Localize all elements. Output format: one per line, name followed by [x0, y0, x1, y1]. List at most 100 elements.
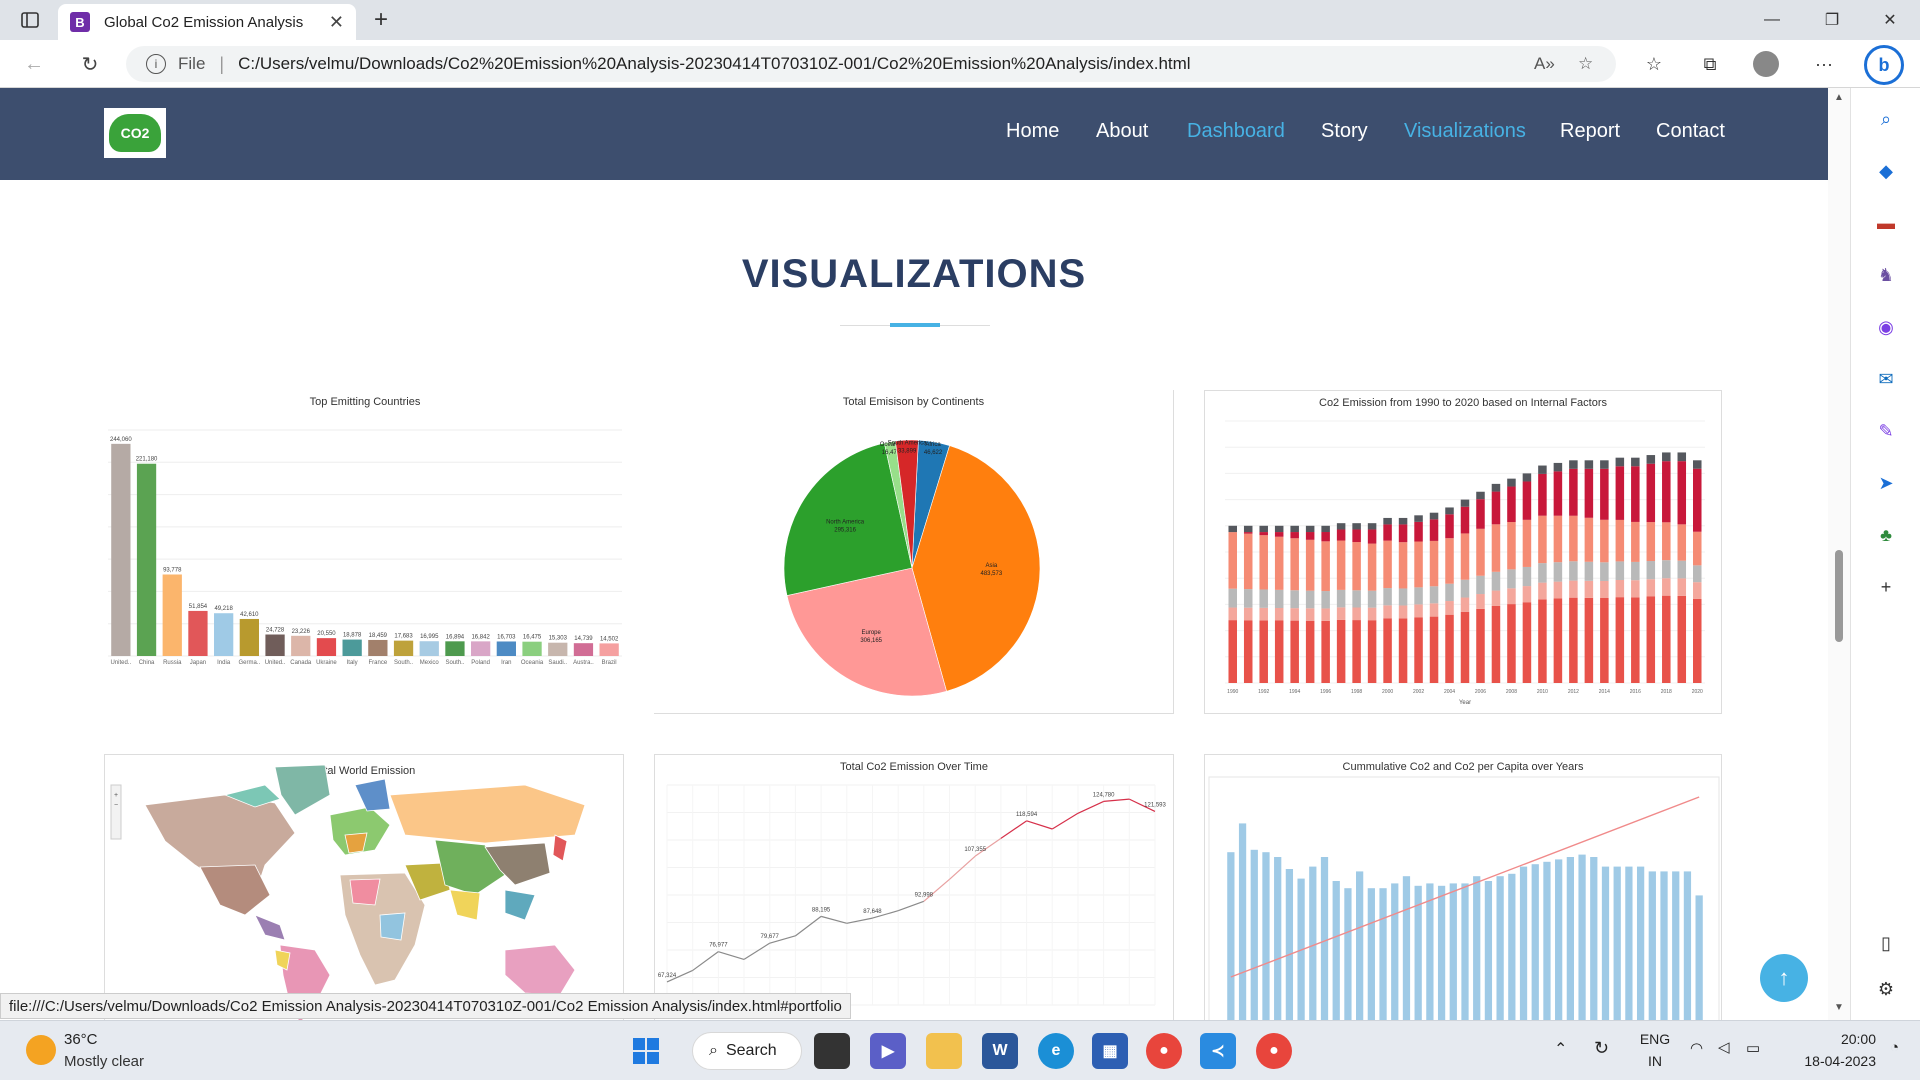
browser-tabbar: B Global Co2 Emission Analysis ✕ + — ❐ ✕ [0, 0, 1920, 40]
nav-home[interactable]: Home [1006, 120, 1059, 143]
microsoft365-icon[interactable]: ◉ [1871, 312, 1901, 342]
browser-tab[interactable]: B Global Co2 Emission Analysis ✕ [58, 4, 356, 40]
add-favorite-icon[interactable]: ☆ [1578, 46, 1593, 82]
weather-temperature[interactable]: 36°C [64, 1031, 98, 1048]
line-segment [1077, 800, 1104, 814]
bar-segment [1631, 457, 1640, 467]
bar-segment [1429, 586, 1439, 604]
url-text[interactable]: C:/Users/velmu/Downloads/Co2%20Emission%… [238, 54, 1190, 74]
nav-dashboard[interactable]: Dashboard [1187, 120, 1285, 143]
vscode-icon[interactable]: ≺ [1200, 1033, 1236, 1069]
bar-segment [1553, 581, 1563, 599]
bar [1578, 854, 1586, 1020]
more-options-icon[interactable]: ··· [1808, 50, 1840, 78]
profile-icon[interactable] [1750, 50, 1782, 78]
scroll-to-top-button[interactable]: ↑ [1760, 954, 1808, 1002]
bar [1484, 881, 1493, 1020]
bar-segment [1646, 463, 1656, 523]
microsoft-store-icon[interactable]: ▦ [1092, 1033, 1128, 1069]
minimize-icon[interactable]: — [1752, 6, 1792, 34]
shopping-tag-icon[interactable]: ◆ [1871, 156, 1901, 186]
tools-icon[interactable]: ▬ [1871, 208, 1901, 238]
add-sidebar-app-icon[interactable]: + [1871, 572, 1901, 602]
bing-copilot-icon[interactable]: b [1864, 45, 1904, 85]
show-hidden-icons-icon[interactable]: ⌃ [1554, 1039, 1567, 1059]
search-icon[interactable]: ⌕ [1871, 104, 1901, 134]
tree-icon[interactable]: ♣ [1871, 520, 1901, 550]
bar-segment [1445, 514, 1454, 539]
tab-actions-icon[interactable] [14, 6, 46, 34]
bar-segment [1662, 595, 1671, 683]
refresh-icon[interactable]: ↻ [74, 50, 106, 78]
hide-sidebar-icon[interactable]: ▯ [1871, 928, 1901, 958]
wifi-icon[interactable]: ◠ [1690, 1039, 1703, 1057]
edge-sidebar: ⌕ ◆ ▬ ♞ ◉ ✉ ✎ ➤ ♣ + ▯ ⚙ [1850, 88, 1920, 1020]
new-tab-icon[interactable]: + [366, 6, 396, 34]
site-header: CO2 Home About Dashboard Story Visualiza… [0, 88, 1828, 180]
data-label: 24,728 [266, 628, 285, 634]
scroll-down-icon[interactable]: ▼ [1832, 1002, 1846, 1014]
word-icon[interactable]: W [982, 1033, 1018, 1069]
bar-segment [1398, 542, 1408, 589]
maximize-icon[interactable]: ❐ [1812, 6, 1852, 34]
scrollbar-thumb[interactable] [1835, 550, 1843, 642]
site-logo[interactable]: CO2 [104, 108, 166, 158]
chart-card-world-map[interactable]: Total World Emission + − [104, 754, 624, 1020]
read-aloud-icon[interactable]: A» [1534, 46, 1555, 82]
collections-icon[interactable]: ⧉ [1694, 50, 1726, 78]
bar-segment [1522, 586, 1532, 603]
chart-card-internal-factors[interactable]: Co2 Emission from 1990 to 2020 based on … [1204, 390, 1722, 714]
settings-icon[interactable]: ⚙ [1871, 974, 1901, 1004]
nav-about[interactable]: About [1096, 120, 1148, 143]
chart-card-continents[interactable]: Total Emisison by Continents Africa 46,62… [654, 390, 1174, 714]
favorites-icon[interactable]: ☆ [1638, 50, 1670, 78]
chart-card-cumulative[interactable]: Cummulative Co2 and Co2 per Capita over … [1204, 754, 1722, 1020]
language-bottom[interactable]: IN [1638, 1053, 1672, 1069]
nav-contact[interactable]: Contact [1656, 120, 1725, 143]
close-window-icon[interactable]: ✕ [1870, 6, 1910, 34]
sync-icon[interactable]: ↻ [1594, 1038, 1609, 1059]
bar-segment [1584, 561, 1594, 581]
language-top[interactable]: ENG [1638, 1031, 1672, 1047]
clock-date[interactable]: 18-04-2023 [1786, 1053, 1876, 1069]
bar-segment [1398, 588, 1408, 606]
site-info-icon[interactable]: i [146, 54, 166, 74]
weather-sun-icon[interactable] [26, 1035, 56, 1065]
teams-chat-icon[interactable]: ▶ [870, 1033, 906, 1069]
bar-segment [1491, 590, 1501, 606]
task-view-icon[interactable] [814, 1033, 850, 1069]
page-scrollbar[interactable]: ▲ ▼ [1828, 88, 1850, 1020]
clock-time[interactable]: 20:00 [1786, 1031, 1876, 1047]
weather-description[interactable]: Mostly clear [64, 1053, 144, 1070]
address-field[interactable]: i File | C:/Users/velmu/Downloads/Co2%20… [126, 46, 1616, 82]
notifications-icon[interactable]: ◔ [1890, 1039, 1899, 1056]
bar-segment [1693, 598, 1702, 683]
outlook-icon[interactable]: ✉ [1871, 364, 1901, 394]
nav-report[interactable]: Report [1560, 120, 1620, 143]
send-icon[interactable]: ➤ [1871, 468, 1901, 498]
battery-icon[interactable]: ▭ [1746, 1039, 1760, 1057]
nav-visualizations[interactable]: Visualizations [1404, 120, 1526, 143]
volume-icon[interactable]: ◁ [1718, 1038, 1730, 1056]
games-icon[interactable]: ♞ [1871, 260, 1901, 290]
scroll-up-icon[interactable]: ▲ [1832, 92, 1846, 104]
bar-segment [1321, 541, 1330, 592]
back-icon[interactable]: ← [18, 50, 50, 78]
chart-card-over-time[interactable]: Total Co2 Emission Over Time 67,324 76,97… [654, 754, 1174, 1020]
close-tab-icon[interactable]: ✕ [329, 12, 344, 33]
designer-icon[interactable]: ✎ [1871, 416, 1901, 446]
bar-segment [1414, 541, 1423, 588]
file-explorer-icon[interactable] [926, 1033, 962, 1069]
bar-segment [1228, 607, 1237, 621]
tick-label: 2012 [1568, 689, 1579, 695]
chrome-profile-icon[interactable]: ● [1256, 1033, 1292, 1069]
bar [1437, 885, 1446, 1020]
chart-card-top-countries[interactable]: Top Emitting Countries 244,060 United.. 22… [104, 390, 626, 708]
taskbar-search-button[interactable]: ⌕ Search [692, 1032, 802, 1070]
nav-story[interactable]: Story [1321, 120, 1368, 143]
windows-start-icon[interactable] [628, 1033, 664, 1069]
chrome-icon[interactable]: ● [1146, 1033, 1182, 1069]
edge-icon[interactable]: e [1038, 1033, 1074, 1069]
bar-segment [1259, 620, 1268, 683]
bar [1473, 876, 1481, 1020]
